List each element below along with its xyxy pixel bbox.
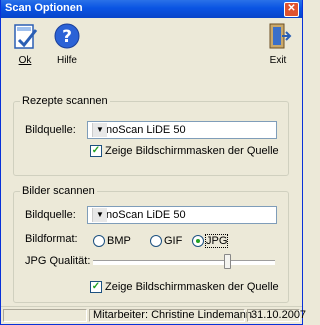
jpg-quality-label: JPG Qualität: [25,255,91,267]
format-gif-radio[interactable] [150,235,162,247]
exit-button[interactable]: Exit [258,22,298,66]
rezepte-show-masks-label: Zeige Bildschirmmasken der Quelle [105,145,279,157]
bilder-source-label: Bildquelle: [25,209,76,221]
bilder-legend: Bilder scannen [22,185,95,197]
rezepte-source-label: Bildquelle: [25,124,76,136]
format-jpg-radio[interactable] [192,235,204,247]
rezepte-legend: Rezepte scannen [22,95,108,107]
window-title: Scan Optionen [5,2,83,14]
ok-button[interactable]: Ok [5,22,45,66]
title-bar: Scan Optionen ✕ [1,0,302,18]
format-jpg-label: JPG [204,234,229,248]
format-bmp-label: BMP [107,235,131,247]
status-user: Mitarbeiter: Christine Lindemann [89,309,252,322]
help-icon: ? [54,23,80,49]
status-bar: Mitarbeiter: Christine Lindemann 31.10.2… [1,306,306,324]
bilder-show-masks-label: Zeige Bildschirmmasken der Quelle [105,281,279,293]
exit-label: Exit [269,55,287,66]
status-date: 31.10.2007 [247,309,306,322]
format-gif-label: GIF [164,235,183,247]
chevron-down-icon[interactable]: ▼ [92,123,107,137]
rezepte-source-select[interactable]: CanoScan LiDE 50 ▼ [87,121,277,139]
ok-label: Ok [18,55,32,66]
scan-options-window: Scan Optionen ✕ Ok ? Hilfe Exit Rezepte … [0,0,306,325]
exit-icon [269,23,292,49]
bilder-show-masks-checkbox[interactable]: ✓ [90,281,102,293]
jpg-quality-track[interactable] [93,260,275,265]
chevron-down-icon[interactable]: ▼ [92,208,107,222]
bilder-format-label: Bildformat: [25,233,78,245]
help-button[interactable]: ? Hilfe [47,22,87,66]
rezepte-show-masks-checkbox[interactable]: ✓ [90,145,102,157]
svg-text:?: ? [62,27,72,47]
jpg-quality-slider-thumb[interactable] [224,254,231,269]
close-icon[interactable]: ✕ [284,2,299,17]
bilder-source-select[interactable]: CanoScan LiDE 50 ▼ [87,206,277,224]
format-bmp-radio[interactable] [93,235,105,247]
help-label: Hilfe [56,55,77,66]
ok-document-icon [14,24,38,49]
status-panel-empty [3,309,87,322]
